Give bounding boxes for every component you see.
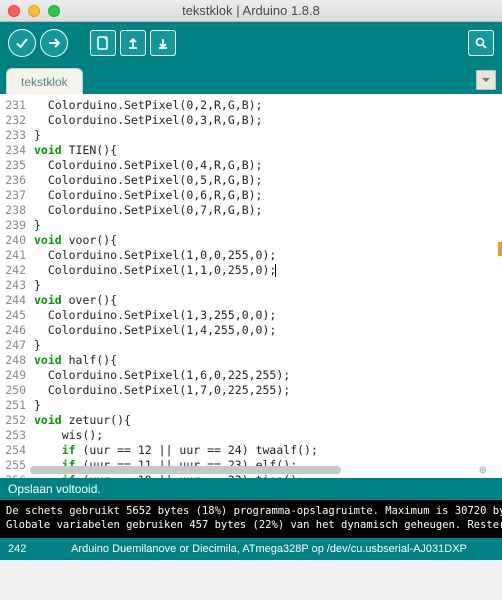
code-content: Colorduino.SetPixel(0,3,R,G,B); bbox=[30, 113, 262, 128]
code-line[interactable]: 251} bbox=[0, 398, 502, 413]
code-content: Colorduino.SetPixel(1,4,255,0,0); bbox=[30, 323, 276, 338]
code-line[interactable]: 244void over(){ bbox=[0, 293, 502, 308]
code-line[interactable]: 250 Colorduino.SetPixel(1,7,0,225,255); bbox=[0, 383, 502, 398]
tab-label: tekstklok bbox=[21, 75, 68, 89]
code-line[interactable]: 242 Colorduino.SetPixel(1,1,0,255,0); bbox=[0, 263, 502, 278]
serial-monitor-button[interactable] bbox=[468, 30, 494, 56]
line-number: 247 bbox=[0, 338, 30, 353]
code-line[interactable]: 246 Colorduino.SetPixel(1,4,255,0,0); bbox=[0, 323, 502, 338]
console-line: De schets gebruikt 5652 bytes (18%) prog… bbox=[6, 504, 496, 518]
save-sketch-button[interactable] bbox=[150, 30, 176, 56]
line-number: 232 bbox=[0, 113, 30, 128]
code-content: } bbox=[30, 218, 41, 233]
line-number: 255 bbox=[0, 458, 30, 473]
code-content: wis(); bbox=[30, 428, 103, 443]
status-text: Opslaan voltooid. bbox=[8, 482, 101, 496]
horizontal-scrollbar[interactable]: ⊕ bbox=[30, 464, 488, 476]
line-number: 241 bbox=[0, 248, 30, 263]
open-sketch-button[interactable] bbox=[120, 30, 146, 56]
code-content: Colorduino.SetPixel(1,6,0,225,255); bbox=[30, 368, 290, 383]
line-number: 231 bbox=[0, 98, 30, 113]
line-number: 248 bbox=[0, 353, 30, 368]
code-line[interactable]: 237 Colorduino.SetPixel(0,6,R,G,B); bbox=[0, 188, 502, 203]
code-content: } bbox=[30, 128, 41, 143]
line-number: 252 bbox=[0, 413, 30, 428]
code-line[interactable]: 247} bbox=[0, 338, 502, 353]
console-line: Globale variabelen gebruiken 457 bytes (… bbox=[6, 518, 496, 532]
code-line[interactable]: 254 if (uur == 12 || uur == 24) twaalf()… bbox=[0, 443, 502, 458]
new-sketch-button[interactable] bbox=[90, 30, 116, 56]
line-number: 233 bbox=[0, 128, 30, 143]
code-line[interactable]: 252void zetuur(){ bbox=[0, 413, 502, 428]
code-line[interactable]: 234void TIEN(){ bbox=[0, 143, 502, 158]
code-editor[interactable]: 231 Colorduino.SetPixel(0,2,R,G,B);232 C… bbox=[0, 94, 502, 478]
code-content: } bbox=[30, 398, 41, 413]
window-title: tekstklok | Arduino 1.8.8 bbox=[0, 3, 502, 18]
code-content: void half(){ bbox=[30, 353, 117, 368]
code-line[interactable]: 245 Colorduino.SetPixel(1,3,255,0,0); bbox=[0, 308, 502, 323]
footer: 242 Arduino Duemilanove or Diecimila, AT… bbox=[0, 538, 502, 560]
code-line[interactable]: 233} bbox=[0, 128, 502, 143]
status-header: Opslaan voltooid. bbox=[0, 478, 502, 500]
code-content: Colorduino.SetPixel(0,5,R,G,B); bbox=[30, 173, 262, 188]
line-number: 243 bbox=[0, 278, 30, 293]
line-number: 234 bbox=[0, 143, 30, 158]
code-content: Colorduino.SetPixel(1,1,0,255,0); bbox=[30, 263, 276, 278]
code-content: if (uur == 12 || uur == 24) twaalf(); bbox=[30, 443, 318, 458]
scroll-marker bbox=[498, 242, 502, 256]
line-number-indicator: 242 bbox=[8, 543, 44, 555]
code-content: Colorduino.SetPixel(1,3,255,0,0); bbox=[30, 308, 276, 323]
verify-button[interactable] bbox=[8, 29, 36, 57]
tab-bar: tekstklok bbox=[0, 64, 502, 94]
code-content: void over(){ bbox=[30, 293, 117, 308]
code-content: Colorduino.SetPixel(1,7,0,225,255); bbox=[30, 383, 290, 398]
line-number: 244 bbox=[0, 293, 30, 308]
code-line[interactable]: 241 Colorduino.SetPixel(1,0,0,255,0); bbox=[0, 248, 502, 263]
console-output[interactable]: De schets gebruikt 5652 bytes (18%) prog… bbox=[0, 500, 502, 538]
line-number: 236 bbox=[0, 173, 30, 188]
code-content: void voor(){ bbox=[30, 233, 117, 248]
code-content: Colorduino.SetPixel(1,0,0,255,0); bbox=[30, 248, 276, 263]
line-number: 253 bbox=[0, 428, 30, 443]
board-info: Arduino Duemilanove or Diecimila, ATmega… bbox=[44, 543, 494, 555]
line-number: 239 bbox=[0, 218, 30, 233]
code-content: } bbox=[30, 338, 41, 353]
upload-button[interactable] bbox=[40, 29, 68, 57]
code-line[interactable]: 243} bbox=[0, 278, 502, 293]
code-line[interactable]: 239} bbox=[0, 218, 502, 233]
code-line[interactable]: 236 Colorduino.SetPixel(0,5,R,G,B); bbox=[0, 173, 502, 188]
toolbar bbox=[0, 22, 502, 64]
line-number: 249 bbox=[0, 368, 30, 383]
code-content: void TIEN(){ bbox=[30, 143, 117, 158]
line-number: 254 bbox=[0, 443, 30, 458]
line-number: 240 bbox=[0, 233, 30, 248]
line-number: 251 bbox=[0, 398, 30, 413]
code-line[interactable]: 232 Colorduino.SetPixel(0,3,R,G,B); bbox=[0, 113, 502, 128]
code-line[interactable]: 238 Colorduino.SetPixel(0,7,R,G,B); bbox=[0, 203, 502, 218]
line-number: 256 bbox=[0, 473, 30, 478]
line-number: 250 bbox=[0, 383, 30, 398]
code-line[interactable]: 231 Colorduino.SetPixel(0,2,R,G,B); bbox=[0, 98, 502, 113]
line-number: 246 bbox=[0, 323, 30, 338]
code-line[interactable]: 253 wis(); bbox=[0, 428, 502, 443]
code-line[interactable]: 248void half(){ bbox=[0, 353, 502, 368]
code-line[interactable]: 235 Colorduino.SetPixel(0,4,R,G,B); bbox=[0, 158, 502, 173]
code-line[interactable]: 249 Colorduino.SetPixel(1,6,0,225,255); bbox=[0, 368, 502, 383]
code-content: Colorduino.SetPixel(0,6,R,G,B); bbox=[30, 188, 262, 203]
line-number: 242 bbox=[0, 263, 30, 278]
code-content: void zetuur(){ bbox=[30, 413, 131, 428]
titlebar: tekstklok | Arduino 1.8.8 bbox=[0, 0, 502, 22]
line-number: 245 bbox=[0, 308, 30, 323]
code-content: Colorduino.SetPixel(0,4,R,G,B); bbox=[30, 158, 262, 173]
code-content: Colorduino.SetPixel(0,7,R,G,B); bbox=[30, 203, 262, 218]
line-number: 238 bbox=[0, 203, 30, 218]
tab-tekstklok[interactable]: tekstklok bbox=[6, 68, 83, 94]
line-number: 237 bbox=[0, 188, 30, 203]
code-content: } bbox=[30, 278, 41, 293]
line-number: 235 bbox=[0, 158, 30, 173]
code-line[interactable]: 240void voor(){ bbox=[0, 233, 502, 248]
code-content: Colorduino.SetPixel(0,2,R,G,B); bbox=[30, 98, 262, 113]
tab-menu-button[interactable] bbox=[476, 70, 496, 90]
